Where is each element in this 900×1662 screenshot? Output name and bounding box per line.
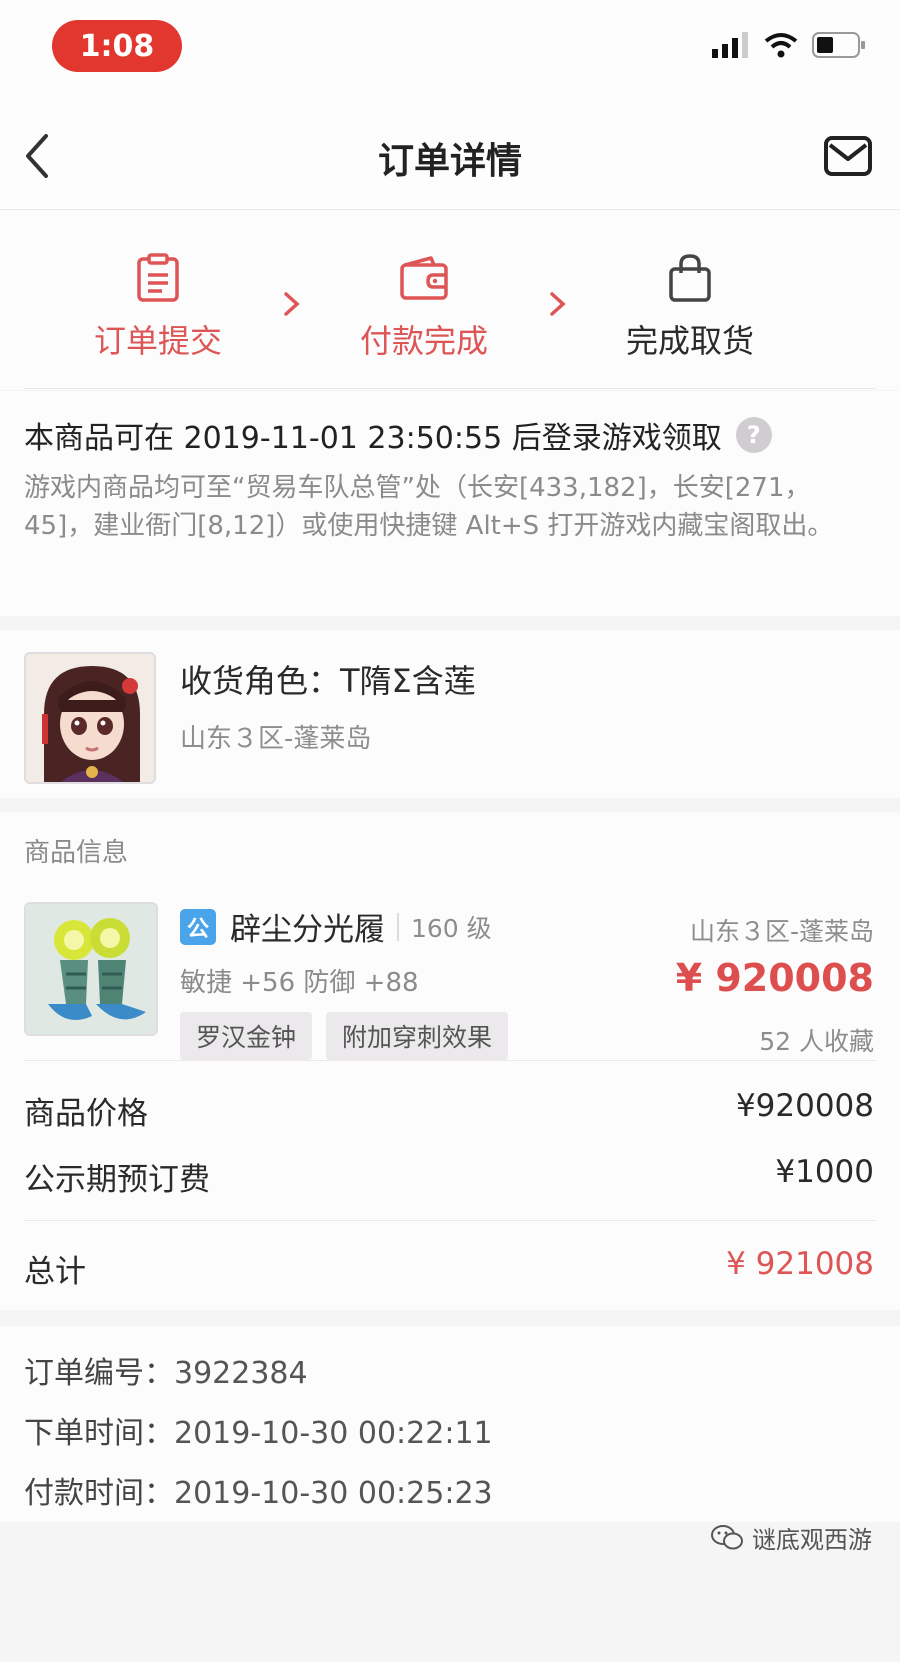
wallet-icon	[400, 256, 448, 300]
pickup-notice: 本商品可在 2019-11-01 23:50:55 后登录游戏领取 ? 游戏内商…	[0, 391, 900, 616]
shopping-bag-icon	[669, 254, 711, 302]
divider	[24, 388, 876, 389]
battery-icon	[812, 32, 865, 58]
watermark: 谜底观西游	[710, 1520, 872, 1555]
public-badge: 公	[180, 908, 216, 945]
divider	[24, 1060, 876, 1061]
deposit-label: 公示期预订费	[24, 1162, 210, 1198]
page-title: 订单详情	[377, 141, 522, 182]
order-created-label: 下单时间：	[24, 1416, 174, 1451]
item-tag: 罗汉金钟	[180, 1012, 313, 1060]
total-value: ¥ 921008	[726, 1246, 874, 1282]
notice-body: 游戏内商品均可至“贸易车队总管”处（长安[433,182]，长安[271，45]…	[24, 473, 834, 541]
receiving-role: 收货角色：T隋Σ含莲 山东３区-蓬莱岛	[0, 630, 900, 798]
item-tags: 罗汉金钟 附加穿刺效果	[180, 1012, 509, 1060]
item-price: ¥ 920008	[675, 956, 874, 1000]
nav-bar: 订单详情	[0, 100, 900, 210]
chevron-right-icon	[284, 292, 300, 316]
wifi-icon	[764, 33, 798, 58]
item-stats: 敏捷 +56 防御 +88	[180, 968, 419, 998]
order-paid-label: 付款时间：	[24, 1476, 174, 1511]
item-tag: 附加穿刺效果	[326, 1012, 509, 1060]
item-title-row: 公 辟尘分光履 160 级	[180, 904, 492, 949]
item-level: 160 级	[411, 913, 492, 943]
order-paid-row: 付款时间：2019-10-30 00:25:23	[24, 1468, 493, 1512]
order-created-row: 下单时间：2019-10-30 00:22:11	[24, 1408, 493, 1452]
goods-header: 商品信息	[24, 838, 129, 868]
item-favorites: 52 人收藏	[759, 1027, 874, 1056]
total-row: 总计 ¥ 921008	[24, 1246, 874, 1291]
goods-price-row: 商品价格 ¥920008	[24, 1088, 874, 1133]
order-number-value: 3922384	[174, 1356, 308, 1391]
goods-price-value: ¥920008	[735, 1088, 874, 1124]
avatar-illustration	[26, 654, 154, 782]
watermark-text: 谜底观西游	[752, 1526, 872, 1554]
step-pickup-completed: 完成取货	[590, 250, 790, 362]
item-image[interactable]	[24, 902, 158, 1036]
step-label: 完成取货	[625, 322, 754, 360]
order-created-value: 2019-10-30 00:22:11	[174, 1416, 493, 1451]
goods-price-label: 商品价格	[24, 1096, 148, 1132]
notice-title: 本商品可在 2019-11-01 23:50:55 后登录游戏领取 ?	[24, 413, 772, 457]
role-server: 山东３区-蓬莱岛	[180, 724, 372, 754]
deposit-value: ¥1000	[775, 1154, 874, 1190]
total-label: 总计	[24, 1254, 86, 1290]
divider	[24, 1220, 876, 1221]
mail-icon[interactable]	[824, 136, 872, 176]
role-avatar	[24, 652, 156, 784]
divider	[397, 912, 399, 941]
signal-icon	[712, 32, 748, 58]
status-bar: 1:08	[0, 0, 900, 100]
deposit-row: 公示期预订费 ¥1000	[24, 1154, 874, 1199]
order-progress: 订单提交 付款完成 完成取货	[0, 210, 900, 390]
order-info: 订单编号：3922384 下单时间：2019-10-30 00:22:11 付款…	[0, 1326, 900, 1522]
clipboard-icon	[137, 253, 179, 302]
chevron-right-icon	[550, 292, 566, 316]
goods-info: 商品信息 公 辟尘分光履 160 级 山东３区-蓬莱岛 敏捷 +56 防御 +8…	[0, 812, 900, 1310]
step-payment-completed: 付款完成	[324, 250, 524, 362]
item-server: 山东３区-蓬莱岛	[689, 917, 874, 946]
step-order-submitted: 订单提交	[58, 250, 258, 362]
order-number-label: 订单编号：	[24, 1356, 174, 1391]
step-label: 订单提交	[93, 322, 222, 360]
order-paid-value: 2019-10-30 00:25:23	[174, 1476, 493, 1511]
order-number-row: 订单编号：3922384	[24, 1348, 308, 1392]
wechat-icon	[711, 1524, 743, 1549]
notice-title-text: 本商品可在 2019-11-01 23:50:55 后登录游戏领取	[24, 421, 722, 456]
help-icon[interactable]: ?	[735, 417, 772, 453]
boots-illustration	[26, 904, 156, 1034]
item-name: 辟尘分光履	[230, 912, 385, 948]
role-name: 收货角色：T隋Σ含莲	[180, 662, 476, 700]
status-icons	[712, 32, 866, 58]
step-label: 付款完成	[359, 322, 488, 360]
status-time: 1:08	[52, 20, 182, 72]
